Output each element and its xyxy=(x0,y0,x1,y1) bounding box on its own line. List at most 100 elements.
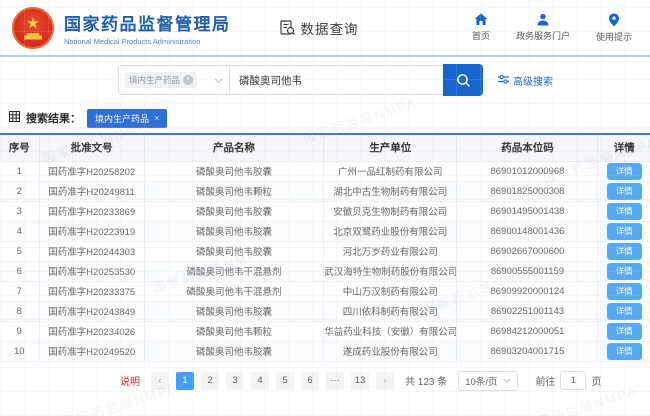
goto-suffix: 页 xyxy=(591,373,601,388)
drug-code: 86901825000308 xyxy=(457,181,598,201)
results-filter-tag-label: 境内生产药品 xyxy=(95,112,149,125)
prev-page-icon[interactable]: ‹ xyxy=(151,372,169,390)
advanced-search-link[interactable]: 高级搜索 xyxy=(498,73,553,88)
drug-code: 86901012000968 xyxy=(457,161,598,181)
col-manufacturer: 生产单位 xyxy=(324,135,457,161)
page-button-4[interactable]: 4 xyxy=(251,372,269,390)
search-button[interactable] xyxy=(443,64,483,96)
manufacturer: 四川依科制药有限公司 xyxy=(324,301,457,321)
detail-button[interactable]: 详情 xyxy=(607,263,642,280)
col-drug-code: 药品本位码 xyxy=(457,135,598,161)
page-button-6[interactable]: 6 xyxy=(301,372,319,390)
chevron-down-icon xyxy=(503,378,511,383)
category-tag-label: 境内生产药品 xyxy=(129,74,180,86)
detail-button[interactable]: 详情 xyxy=(607,303,642,320)
row-index: 5 xyxy=(0,241,39,261)
detail-cell: 详情 xyxy=(598,341,650,361)
product-name: 磷酸奥司他韦胶囊 xyxy=(144,201,323,221)
page-button-2[interactable]: 2 xyxy=(201,372,219,390)
nav-home[interactable]: 首页 xyxy=(472,13,490,42)
manufacturer: 华益药业科技（安徽）有限公司 xyxy=(324,321,457,341)
product-name: 磷酸奥司他韦胶囊 xyxy=(144,241,323,261)
detail-button[interactable]: 详情 xyxy=(607,183,642,200)
product-name: 磷酸奥司他韦胶囊 xyxy=(144,161,323,181)
detail-button[interactable]: 详情 xyxy=(607,223,642,240)
category-tag: 境内生产药品 × xyxy=(125,72,197,88)
detail-button[interactable]: 详情 xyxy=(607,243,642,260)
goto-label: 前往 xyxy=(535,373,555,388)
detail-button[interactable]: 详情 xyxy=(607,323,642,340)
agency-title: 国家药品监督管理局 xyxy=(64,10,231,35)
manufacturer: 安徽贝克生物制药有限公司 xyxy=(324,201,457,221)
detail-cell: 详情 xyxy=(598,301,650,321)
search-input[interactable] xyxy=(229,65,444,95)
home-icon xyxy=(474,13,488,26)
agency-title-block: 国家药品监督管理局 National Medical Products Admi… xyxy=(64,10,231,46)
header-nav: 首页 政务服务门户 使用提示 xyxy=(472,13,632,43)
grid-icon xyxy=(9,109,20,127)
page-size-label: 10条/页 xyxy=(465,374,497,388)
page-button-1[interactable]: 1 xyxy=(176,372,194,390)
page-button-3[interactable]: 3 xyxy=(226,372,244,390)
results-filter-tag: 境内生产药品 × xyxy=(87,109,167,128)
manufacturer: 河北万岁药业有限公司 xyxy=(324,241,457,261)
product-name: 磷酸奥司他韦颗粒 xyxy=(144,181,323,201)
detail-cell: 详情 xyxy=(598,321,650,341)
goto-page-input[interactable] xyxy=(560,371,586,390)
detail-button[interactable]: 详情 xyxy=(607,343,642,360)
advanced-search-label: 高级搜索 xyxy=(513,73,553,88)
emblem-gate-shape xyxy=(24,33,42,40)
note-link[interactable]: 说明 xyxy=(120,373,140,388)
drug-code: 86909920000124 xyxy=(457,281,598,301)
page-ellipsis[interactable]: ··· xyxy=(326,372,344,390)
product-name: 磷酸奥司他韦胶囊 xyxy=(144,221,323,241)
manufacturer: 湖北中古生物制药有限公司 xyxy=(324,181,457,201)
results-table: 序号 批准文号 产品名称 生产单位 药品本位码 详情 1国药准字H2025820… xyxy=(0,135,650,362)
detail-cell: 详情 xyxy=(598,181,650,201)
table-row: 7国药准字H20233375磷酸奥司他韦干混悬剂中山万汉制药有限公司869099… xyxy=(0,281,650,301)
goto-page-group: 前往 页 xyxy=(535,371,601,390)
approval-number: 国药准字H20234026 xyxy=(39,321,144,341)
agency-subtitle: National Medical Products Administration xyxy=(64,37,231,46)
filter-tag-close-icon[interactable]: × xyxy=(154,113,159,123)
product-name: 磷酸奥司他韦胶囊 xyxy=(144,341,323,361)
approval-number: 国药准字H20249520 xyxy=(39,341,144,361)
drug-code: 86900555001159 xyxy=(457,261,598,281)
search-category-select[interactable]: 境内生产药品 × xyxy=(118,65,230,95)
drug-code: 86984212000051 xyxy=(457,321,598,341)
next-page-icon[interactable]: › xyxy=(376,372,394,390)
app-name: 数据查询 xyxy=(301,18,359,38)
drug-code: 86902251001143 xyxy=(457,301,598,321)
approval-number: 国药准字H20253530 xyxy=(39,261,144,281)
row-index: 1 xyxy=(0,161,39,181)
page-size-select[interactable]: 10条/页 xyxy=(458,371,518,391)
table-row: 4国药准字H20223919磷酸奥司他韦胶囊北京双鹭药业股份有限公司869001… xyxy=(0,221,650,241)
nav-gov-portal[interactable]: 政务服务门户 xyxy=(516,13,570,42)
nav-usage-tips[interactable]: 使用提示 xyxy=(596,13,632,43)
star-icon: ★ xyxy=(26,16,39,31)
category-tag-remove-icon[interactable]: × xyxy=(183,75,193,85)
chevron-down-icon xyxy=(214,71,223,89)
table-row: 2国药准字H20249811磷酸奥司他韦颗粒湖北中古生物制药有限公司869018… xyxy=(0,181,650,201)
detail-cell: 详情 xyxy=(598,241,650,261)
detail-button[interactable]: 详情 xyxy=(607,283,642,300)
manufacturer: 武汉海特生物制药股份有限公司 xyxy=(324,261,457,281)
nav-usage-tips-label: 使用提示 xyxy=(596,30,632,43)
detail-button[interactable]: 详情 xyxy=(607,163,642,180)
detail-button[interactable]: 详情 xyxy=(607,203,642,220)
row-index: 2 xyxy=(0,181,39,201)
product-name: 磷酸奥司他韦干混悬剂 xyxy=(144,261,323,281)
approval-number: 国药准字H20233869 xyxy=(39,201,144,221)
row-index: 8 xyxy=(0,301,39,321)
table-row: 9国药准字H20234026磷酸奥司他韦颗粒华益药业科技（安徽）有限公司8698… xyxy=(0,321,650,341)
col-index: 序号 xyxy=(0,135,39,161)
results-label: 搜索结果： xyxy=(26,110,81,126)
page-button-5[interactable]: 5 xyxy=(276,372,294,390)
row-index: 7 xyxy=(0,281,39,301)
detail-cell: 详情 xyxy=(598,201,650,221)
page-button-13[interactable]: 13 xyxy=(351,372,369,390)
drug-code: 86903204001715 xyxy=(457,341,598,361)
drug-code: 86901495001438 xyxy=(457,201,598,221)
product-name: 磷酸奥司他韦颗粒 xyxy=(144,321,323,341)
product-name: 磷酸奥司他韦胶囊 xyxy=(144,301,323,321)
